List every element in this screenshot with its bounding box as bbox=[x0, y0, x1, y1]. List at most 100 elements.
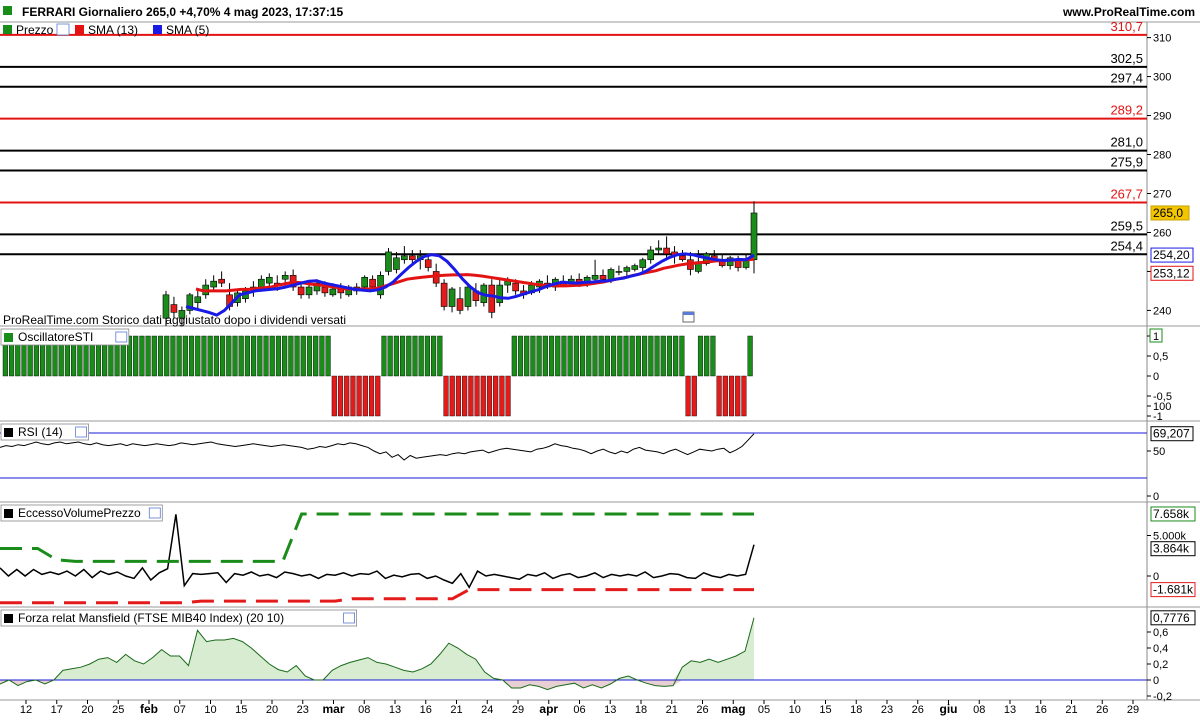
candle-body bbox=[456, 298, 464, 311]
price-tick-label: 240 bbox=[1153, 305, 1171, 317]
mansfield-plot bbox=[0, 617, 1147, 691]
oscillatore-bar bbox=[170, 335, 176, 377]
wrench-icon[interactable] bbox=[115, 331, 128, 343]
price-tick-label: 260 bbox=[1153, 227, 1171, 239]
oscillatore-bar bbox=[344, 375, 350, 417]
candle-body bbox=[607, 269, 615, 280]
oscillatore-bar bbox=[313, 335, 319, 377]
price-tick-label: 290 bbox=[1153, 111, 1171, 123]
time-tick-label: 20 bbox=[266, 704, 278, 716]
mansfield-tick-label: 0,2 bbox=[1153, 659, 1168, 671]
chart-canvas[interactable]: FERRARI Giornaliero 265,0 +4,70% 4 mag 2… bbox=[0, 0, 1200, 720]
rsi-plot bbox=[0, 432, 1147, 479]
calendar-icon[interactable] bbox=[682, 311, 695, 323]
price-legend[interactable]: Prezzo SMA (13) SMA (5) bbox=[3, 23, 209, 37]
time-tick-label: 23 bbox=[297, 704, 309, 716]
oscillatore-bar bbox=[648, 335, 654, 377]
wrench-icon[interactable] bbox=[343, 612, 356, 624]
oscillatore-bar bbox=[629, 335, 635, 377]
oscillatore-bar bbox=[592, 335, 598, 377]
oscillatore-bar bbox=[139, 335, 145, 377]
candle-body bbox=[393, 257, 400, 270]
price-level-label: 267,7 bbox=[1110, 186, 1143, 201]
oscillatore-bar bbox=[524, 335, 530, 377]
oscillatore-bar bbox=[642, 335, 648, 377]
site-label[interactable]: www.ProRealTime.com bbox=[1062, 5, 1195, 19]
oscillatore-bar bbox=[337, 375, 344, 417]
oscillatore-bar bbox=[505, 375, 511, 417]
oscillatore-bar bbox=[368, 375, 375, 417]
oscillatore-bar bbox=[412, 335, 418, 377]
price-tick-label: 270 bbox=[1153, 188, 1171, 200]
trading-chart[interactable]: FERRARI Giornaliero 265,0 +4,70% 4 mag 2… bbox=[0, 0, 1200, 720]
oscillatore-bar bbox=[244, 335, 250, 377]
oscillatore-bar bbox=[617, 335, 623, 377]
oscillatore-bar bbox=[319, 335, 325, 377]
oscillatore-bar bbox=[462, 375, 468, 417]
candle-body bbox=[297, 286, 305, 296]
time-tick-label: feb bbox=[140, 702, 158, 716]
oscillatore-bar bbox=[157, 335, 164, 377]
time-tick-label: 18 bbox=[635, 704, 647, 716]
time-tick-label: 13 bbox=[389, 704, 401, 716]
oscillatore-bar bbox=[263, 335, 269, 377]
oscillatore-bar bbox=[722, 375, 728, 417]
price-level-label: 281,0 bbox=[1110, 135, 1143, 150]
legend-label: Prezzo bbox=[16, 23, 54, 37]
oscillatore-bar bbox=[201, 335, 207, 377]
oscillatore-bar bbox=[238, 335, 244, 377]
price-level-label: 310,7 bbox=[1110, 19, 1143, 34]
price-levels: 310,7 302,5 297,4 289,2 281,0 275,9 267,7 259,5… bbox=[0, 19, 1147, 256]
oscillatore-bar bbox=[362, 375, 368, 417]
candle-body bbox=[496, 284, 504, 303]
oscillatore-bar bbox=[282, 335, 288, 377]
rsi-line bbox=[0, 433, 755, 461]
osc-tick-label: 0 bbox=[1153, 371, 1159, 383]
time-tick-label: 29 bbox=[1127, 704, 1139, 716]
time-tick-label: 15 bbox=[819, 704, 831, 716]
oscillatore-bar bbox=[660, 335, 666, 377]
time-tick-label: 21 bbox=[1065, 704, 1077, 716]
candle-body bbox=[615, 271, 623, 273]
legend-swatch bbox=[153, 25, 162, 34]
oscillatore-bar bbox=[673, 335, 679, 377]
price-candles bbox=[162, 201, 758, 326]
oscillatore-bar bbox=[449, 375, 455, 417]
oscillatore-title-swatch bbox=[4, 333, 13, 342]
oscillatore-bar bbox=[381, 335, 387, 377]
oscillatore-bar bbox=[604, 335, 610, 377]
time-tick-label: apr bbox=[539, 702, 558, 716]
chart-title: FERRARI Giornaliero 265,0 +4,70% 4 mag 2… bbox=[22, 5, 343, 19]
wrench-icon[interactable] bbox=[75, 426, 87, 438]
candle-body bbox=[377, 275, 384, 296]
wrench-icon[interactable] bbox=[56, 23, 70, 36]
oscillatore-bar bbox=[387, 335, 393, 377]
oscillatore-bar bbox=[350, 375, 356, 417]
wrench-icon[interactable] bbox=[148, 507, 161, 519]
rsi-tick-label: 50 bbox=[1153, 446, 1165, 458]
oscillatore-bar bbox=[300, 335, 306, 377]
candle-body bbox=[512, 282, 519, 292]
oscillatore-bar bbox=[598, 335, 604, 377]
ecv-axis: 5.000k 0 7.658k 3.864k -1.681k bbox=[1147, 506, 1196, 598]
time-axis: 12 17 20 25 feb 07 10 15 20 23 mar 08 13 16 21 24 29 apr 0… bbox=[20, 700, 1139, 716]
candle-body bbox=[750, 212, 758, 261]
oscillatore-bar bbox=[400, 335, 406, 377]
time-tick-label: 21 bbox=[450, 704, 462, 716]
oscillatore-bar bbox=[716, 375, 722, 417]
oscillatore-bar bbox=[530, 335, 536, 377]
rsi-tick-label: 100 bbox=[1153, 401, 1171, 413]
candle-body bbox=[409, 255, 416, 261]
time-tick-label: 16 bbox=[420, 704, 432, 716]
oscillatore-bar bbox=[735, 375, 741, 417]
time-tick-label: 10 bbox=[204, 704, 216, 716]
oscillatore-bar bbox=[431, 335, 437, 377]
candle-body bbox=[599, 275, 607, 280]
time-tick-label: 15 bbox=[235, 704, 247, 716]
ecv-tick-label: 0 bbox=[1153, 571, 1159, 583]
candle-body bbox=[321, 286, 329, 294]
mansfield-tick-label: -0,2 bbox=[1153, 691, 1172, 703]
time-tick-label: 10 bbox=[789, 704, 801, 716]
ecv-plot bbox=[0, 512, 755, 605]
oscillatore-bar bbox=[486, 375, 493, 417]
